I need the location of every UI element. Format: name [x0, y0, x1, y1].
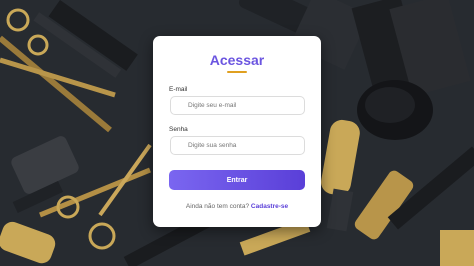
submit-button[interactable]: Entrar — [169, 170, 305, 190]
email-field[interactable] — [170, 96, 305, 115]
title-underline — [227, 71, 247, 73]
signup-row: Ainda não tem conta? Cadastre-se — [153, 203, 321, 210]
signup-link[interactable]: Cadastre-se — [251, 203, 288, 210]
signup-prompt: Ainda não tem conta? — [185, 203, 250, 210]
password-label: Senha — [169, 126, 188, 133]
email-label: E-mail — [169, 86, 188, 93]
page-title: Acessar — [209, 52, 265, 68]
hair-clip-icon — [357, 80, 433, 140]
password-field[interactable] — [170, 136, 305, 155]
